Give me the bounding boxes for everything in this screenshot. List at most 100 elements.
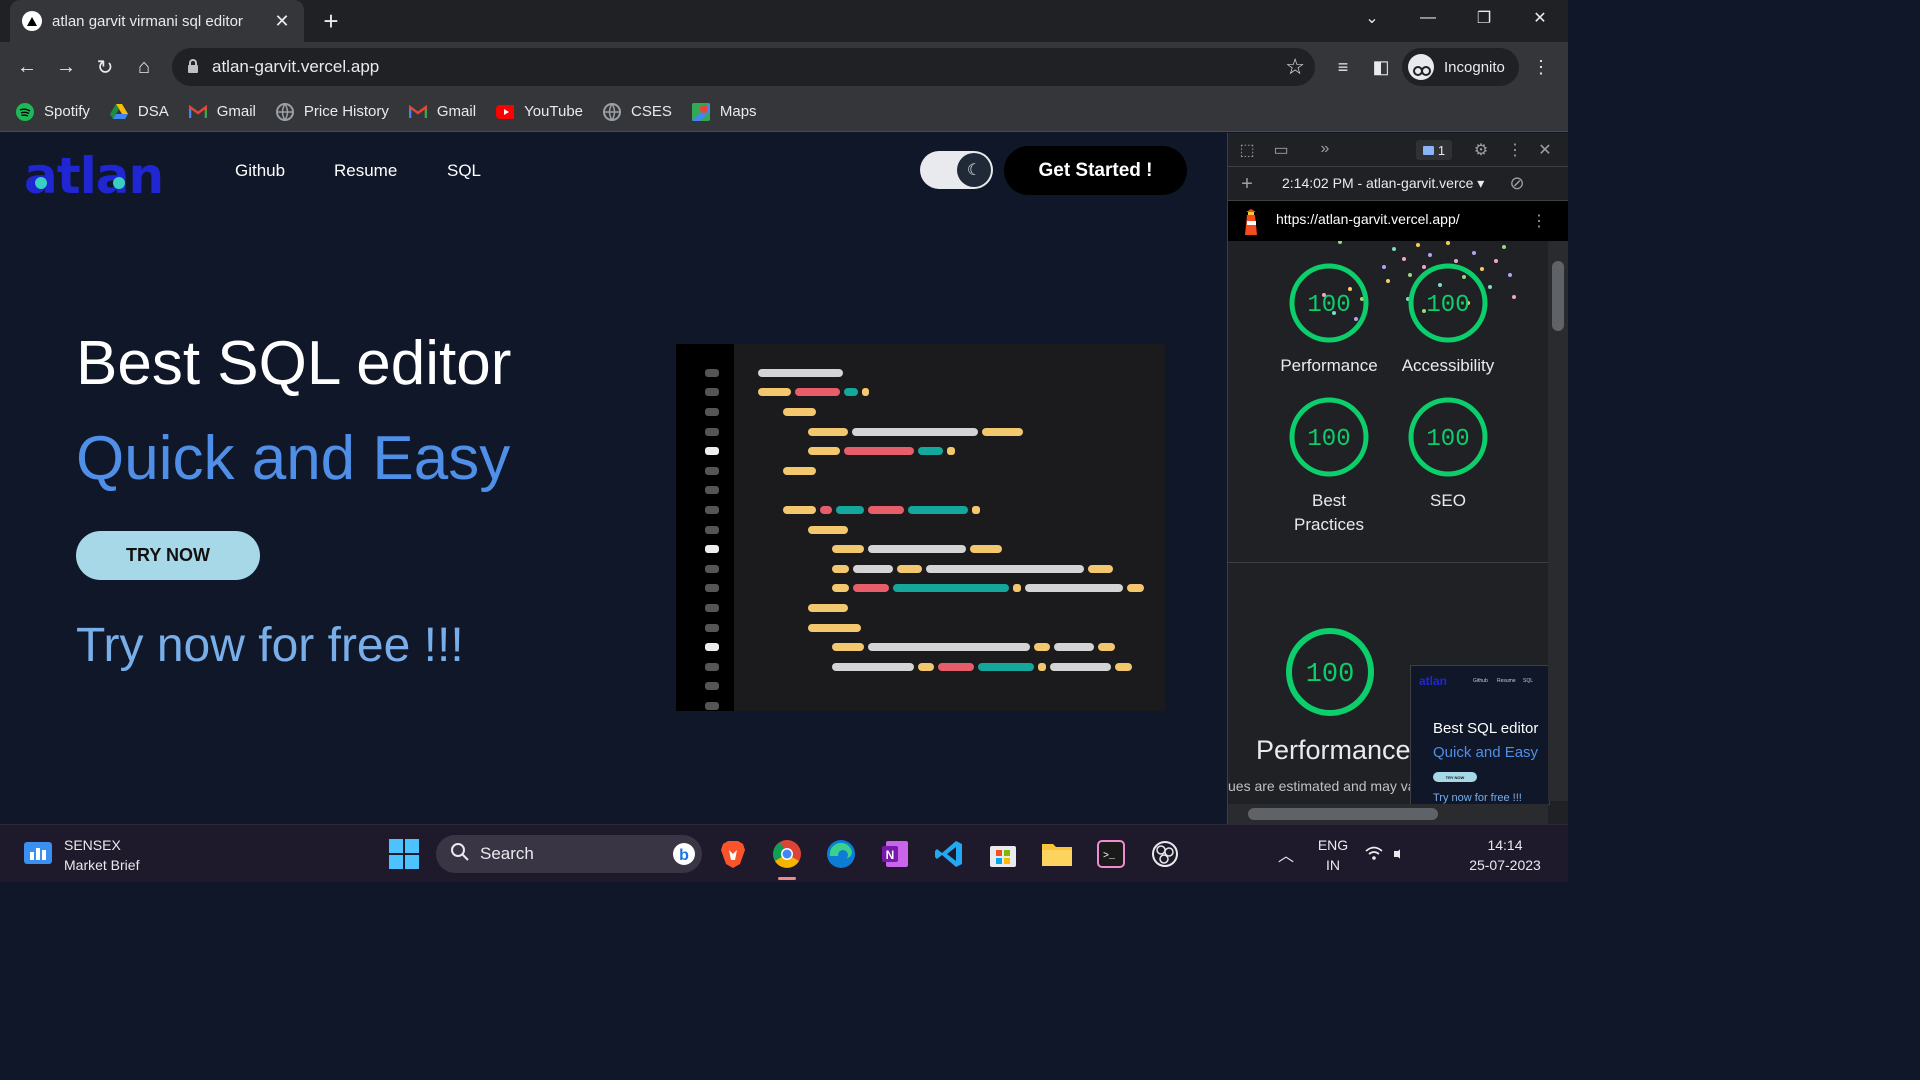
reload-button[interactable]: ↻ <box>90 52 120 82</box>
devtools-toolbar: ⬚ ▭ » 1 ⚙ ⋮ ✕ <box>1228 133 1568 167</box>
bookmark-label: Price History <box>303 103 389 120</box>
clear-reports-icon[interactable]: ⊘ <box>1506 173 1528 194</box>
try-now-button[interactable]: TRY NOW <box>76 531 260 580</box>
chrome-icon[interactable] <box>769 836 805 872</box>
profile-label: Incognito <box>1444 58 1505 76</box>
microsoft-store-icon[interactable] <box>985 836 1021 872</box>
browser-tab[interactable]: atlan garvit virmani sql editor ✕ <box>10 0 304 42</box>
logo-dot <box>35 177 47 189</box>
vercel-favicon-icon <box>22 11 42 31</box>
report-url[interactable]: https://atlan-garvit.vercel.app/ <box>1276 211 1460 227</box>
close-window-button[interactable]: ✕ <box>1512 0 1568 36</box>
brave-browser-icon[interactable] <box>715 836 751 872</box>
new-tab-button[interactable]: + <box>318 6 344 36</box>
bookmark-label: Gmail <box>436 103 477 120</box>
main-score-label: Performance <box>1256 735 1411 765</box>
atlan-logo[interactable]: atlan <box>24 147 164 205</box>
lock-icon[interactable] <box>188 59 198 73</box>
settings-gear-icon[interactable]: ⚙ <box>1470 140 1492 160</box>
devtools-menu-icon[interactable]: ⋮ <box>1504 140 1526 160</box>
vertical-scrollbar[interactable] <box>1548 241 1568 801</box>
get-started-button[interactable]: Get Started ! <box>1004 146 1187 195</box>
clock-date: 25-07-2023 <box>1469 857 1541 873</box>
forward-button[interactable]: → <box>51 52 81 82</box>
url-text[interactable]: atlan-garvit.vercel.app <box>212 57 379 77</box>
windows-start-icon[interactable] <box>386 836 422 872</box>
tab-close-icon[interactable]: ✕ <box>272 11 292 32</box>
label-seo[interactable]: SEO <box>1398 489 1498 513</box>
back-button[interactable]: ← <box>12 52 42 82</box>
incognito-icon <box>1408 54 1434 80</box>
devtools-close-icon[interactable]: ✕ <box>1534 140 1556 160</box>
device-toolbar-icon[interactable]: ▭ <box>1270 140 1292 160</box>
score-performance: 100 <box>1307 292 1350 319</box>
page-screenshot-thumbnail[interactable]: atlan Github Resume SQL Best SQL editor … <box>1410 665 1550 805</box>
terminal-icon[interactable]: >_ <box>1093 836 1129 872</box>
horizontal-scrollbar[interactable] <box>1228 804 1548 824</box>
bookmark-label: DSA <box>137 103 169 120</box>
home-button[interactable]: ⌂ <box>129 52 159 82</box>
devtools-panel: ⬚ ▭ » 1 ⚙ ⋮ ✕ + 2:14:02 PM - atlan-garvi… <box>1227 133 1568 824</box>
bookmark-gmail-2[interactable]: Gmail <box>408 103 477 121</box>
bookmarks-bar: Spotify DSA Gmail Price History Gmail Yo… <box>0 92 1568 132</box>
minimize-button[interactable]: — <box>1400 0 1456 36</box>
incognito-profile-button[interactable]: Incognito <box>1402 48 1519 86</box>
bookmark-price-history[interactable]: Price History <box>275 102 389 121</box>
thumb-nav-github: Github <box>1473 678 1488 684</box>
tab-search-icon[interactable]: ⌄ <box>1344 0 1400 36</box>
bookmark-star-icon[interactable]: ☆ <box>1285 54 1305 80</box>
dark-mode-toggle[interactable]: ☾ <box>920 151 993 189</box>
bookmark-label: YouTube <box>524 103 584 120</box>
vertical-scrollbar-thumb[interactable] <box>1552 261 1564 331</box>
side-panel-icon[interactable]: ◧ <box>1368 54 1394 80</box>
chrome-menu-icon[interactable]: ⋮ <box>1528 54 1554 80</box>
report-menu-icon[interactable]: ⋮ <box>1528 211 1550 231</box>
bookmark-spotify[interactable]: Spotify <box>16 102 90 121</box>
thumb-title: Best SQL editor <box>1433 720 1539 737</box>
bookmark-gmail[interactable]: Gmail <box>188 103 256 121</box>
stock-chart-icon <box>24 840 52 871</box>
gmail-icon <box>408 103 427 121</box>
bookmark-cses[interactable]: CSES <box>603 102 672 121</box>
vscode-icon[interactable] <box>931 836 967 872</box>
bookmark-youtube[interactable]: YouTube <box>496 103 583 121</box>
taskbar-search[interactable]: Search b <box>436 835 702 873</box>
show-hidden-icons-icon[interactable]: ︿ <box>1268 836 1304 872</box>
hero-title: Best SQL editor <box>76 329 512 398</box>
gmail-icon <box>188 103 207 121</box>
search-placeholder: Search <box>480 844 534 863</box>
bing-icon[interactable]: b <box>672 842 696 871</box>
svg-text:N: N <box>886 848 895 862</box>
bookmark-label: Gmail <box>216 103 256 120</box>
bookmark-dsa[interactable]: DSA <box>109 103 169 121</box>
market-widget[interactable]: SENSEX Market Brief <box>24 835 139 875</box>
bookmark-maps[interactable]: Maps <box>691 102 757 121</box>
media-control-icon[interactable]: ≡ <box>1330 54 1356 80</box>
horizontal-scrollbar-thumb[interactable] <box>1248 808 1438 820</box>
nav-resume[interactable]: Resume <box>334 161 397 181</box>
language-indicator[interactable]: ENG IN <box>1312 835 1354 875</box>
restore-button[interactable]: ❐ <box>1456 0 1512 36</box>
file-explorer-icon[interactable] <box>1039 836 1075 872</box>
new-report-icon[interactable]: + <box>1236 173 1258 196</box>
label-best-practices[interactable]: Best Practices <box>1279 489 1379 537</box>
youtube-icon <box>496 103 515 121</box>
active-app-indicator <box>778 877 796 880</box>
nav-sql[interactable]: SQL <box>447 161 481 181</box>
address-bar[interactable]: atlan-garvit.vercel.app ☆ <box>172 48 1315 86</box>
edge-icon[interactable] <box>823 836 859 872</box>
report-selector[interactable]: 2:14:02 PM - atlan-garvit.verce ▾ <box>1282 175 1484 192</box>
clock-time: 14:14 <box>1487 837 1523 853</box>
nav-github[interactable]: Github <box>235 161 285 181</box>
inspect-element-icon[interactable]: ⬚ <box>1236 140 1258 160</box>
obs-icon[interactable] <box>1147 836 1183 872</box>
hero-subtitle: Quick and Easy <box>76 424 511 493</box>
label-accessibility[interactable]: Accessibility <box>1388 354 1508 378</box>
more-tabs-icon[interactable]: » <box>1314 140 1336 158</box>
clock[interactable]: 14:14 25-07-2023 <box>1460 835 1550 875</box>
issues-badge[interactable]: 1 <box>1416 140 1452 160</box>
windows-taskbar: SENSEX Market Brief Search b N >_ ︿ ENG … <box>0 824 1568 882</box>
system-tray-status[interactable] <box>1364 836 1400 872</box>
label-performance[interactable]: Performance <box>1269 354 1389 378</box>
onenote-icon[interactable]: N <box>877 836 913 872</box>
